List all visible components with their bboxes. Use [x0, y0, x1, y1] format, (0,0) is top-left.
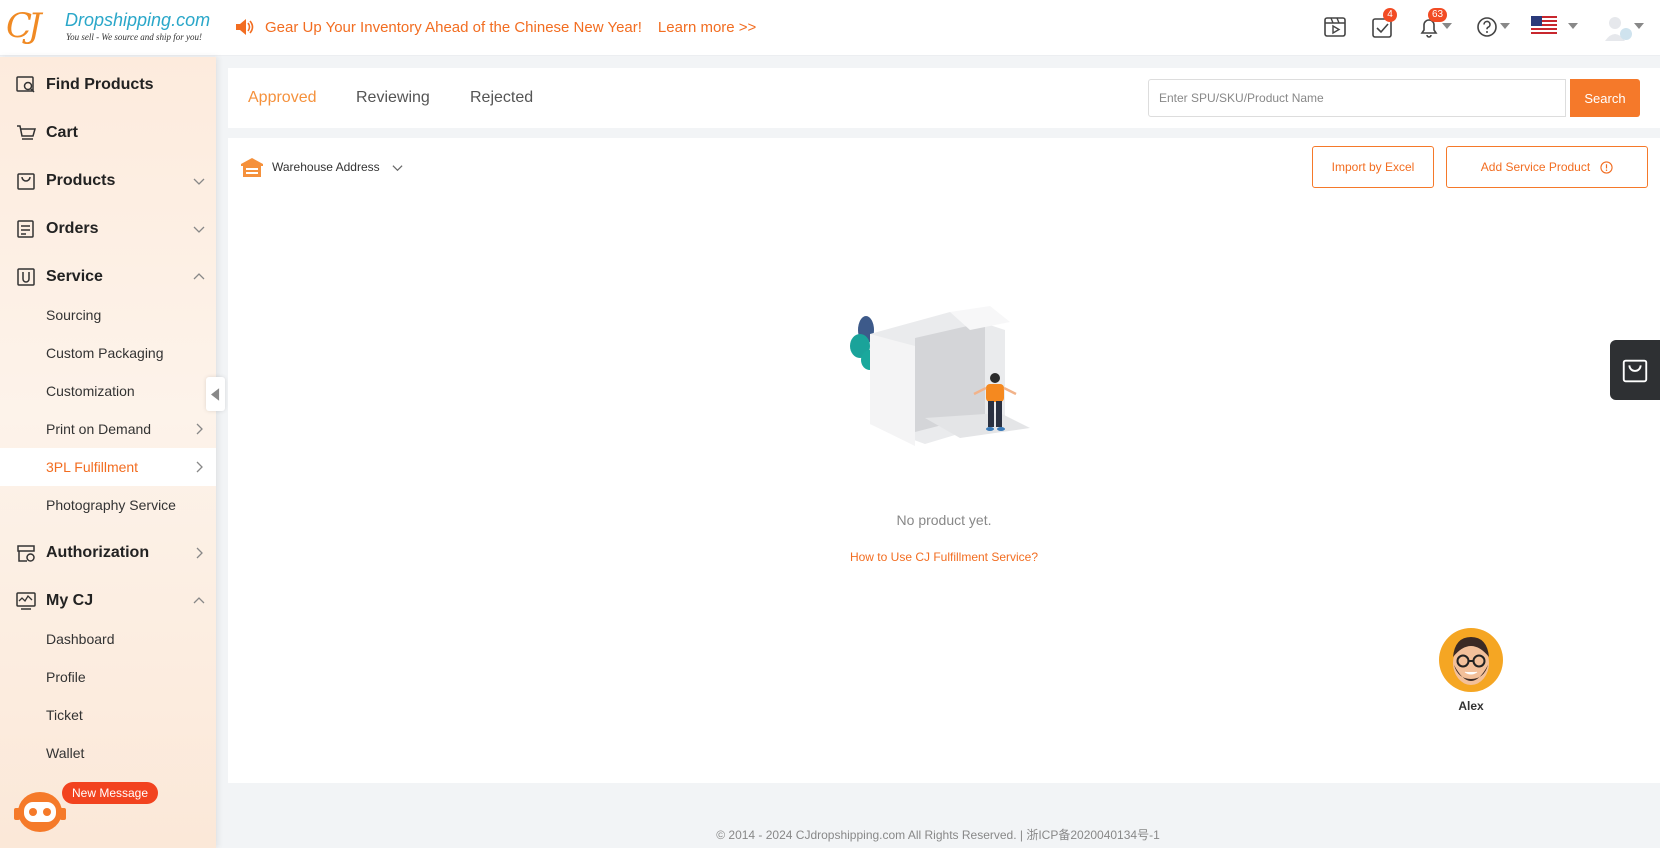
- store-auth-icon: [17, 545, 35, 562]
- sidebar-sub-label: Photography Service: [46, 497, 176, 513]
- new-message-badge[interactable]: New Message: [62, 782, 159, 804]
- tab-rejected[interactable]: Rejected: [470, 89, 533, 107]
- chevron-down-icon[interactable]: [1568, 23, 1578, 29]
- sidebar-item-products[interactable]: Products: [0, 161, 216, 201]
- sidebar-sub-customization[interactable]: Customization: [0, 372, 216, 410]
- sidebar: Find Products Cart Products Orders Servi: [0, 57, 216, 848]
- sidebar-sub-wallet[interactable]: Wallet: [0, 734, 216, 772]
- chevron-down-icon[interactable]: [1500, 23, 1510, 29]
- sidebar-item-orders[interactable]: Orders: [0, 209, 216, 249]
- add-service-product-button[interactable]: Add Service Product: [1446, 146, 1648, 188]
- sidebar-item-label: Cart: [46, 124, 79, 141]
- search-input[interactable]: [1148, 79, 1566, 117]
- chevron-up-icon: [193, 597, 205, 604]
- footer-copyright: © 2014 - 2024 CJdropshipping.com All Rig…: [716, 828, 1160, 842]
- support-agent-avatar[interactable]: Alex: [1438, 627, 1508, 717]
- empty-box-illustration: [850, 306, 1030, 446]
- search-icon: [16, 76, 35, 93]
- chevron-up-icon: [193, 273, 205, 280]
- chevron-down-icon[interactable]: [1634, 23, 1644, 29]
- import-by-excel-label: Import by Excel: [1331, 160, 1415, 174]
- sidebar-sub-label: Profile: [46, 669, 86, 685]
- sidebar-item-service[interactable]: Service: [0, 257, 216, 297]
- fulfillment-help-link[interactable]: How to Use CJ Fulfillment Service?: [228, 550, 1660, 564]
- sidebar-sub-profile[interactable]: Profile: [0, 658, 216, 696]
- tab-reviewing[interactable]: Reviewing: [356, 89, 430, 107]
- shopping-bag-icon: [1622, 359, 1648, 383]
- warehouse-icon: [241, 158, 263, 177]
- search-button[interactable]: Search: [1570, 79, 1640, 117]
- caret-left-icon: [211, 387, 220, 401]
- bag-icon: [17, 173, 35, 190]
- sidebar-sub-print-on-demand[interactable]: Print on Demand: [0, 410, 216, 448]
- sidebar-sub-label: Customization: [46, 383, 135, 399]
- sidebar-item-find-products[interactable]: Find Products: [0, 65, 216, 105]
- sidebar-sub-label: Sourcing: [46, 307, 102, 323]
- help-icon[interactable]: [1474, 14, 1500, 40]
- sidebar-sub-label: Dashboard: [46, 631, 115, 647]
- chevron-down-icon[interactable]: [1442, 23, 1452, 29]
- announcement-text: Gear Up Your Inventory Ahead of the Chin…: [265, 18, 642, 36]
- chevron-down-icon: [392, 164, 403, 171]
- warehouse-address-dropdown[interactable]: Warehouse Address: [240, 155, 403, 179]
- tasks-badge: 4: [1383, 8, 1397, 22]
- chevron-right-icon: [196, 461, 203, 473]
- dashboard-monitor-icon: [16, 592, 36, 610]
- add-service-product-label: Add Service Product: [1480, 160, 1591, 174]
- chevron-right-icon: [196, 547, 203, 559]
- sidebar-item-label: Find Products: [46, 76, 154, 93]
- sidebar-collapse-toggle[interactable]: [206, 377, 225, 411]
- learn-more-link[interactable]: Learn more >>: [658, 19, 756, 36]
- sidebar-item-authorization[interactable]: Authorization: [0, 533, 216, 573]
- service-icon: [17, 268, 35, 286]
- chevron-right-icon: [196, 423, 203, 435]
- sidebar-sub-sourcing[interactable]: Sourcing: [0, 296, 216, 334]
- sidebar-item-label: My CJ: [46, 592, 94, 609]
- sidebar-sub-dashboard[interactable]: Dashboard: [0, 620, 216, 658]
- sidebar-sub-3pl-fulfillment[interactable]: 3PL Fulfillment: [0, 448, 216, 486]
- sidebar-sub-ticket[interactable]: Ticket: [0, 696, 216, 734]
- orders-icon: [17, 220, 34, 238]
- cj-logo[interactable]: CJ Dropshipping.com You sell - We source…: [6, 6, 212, 50]
- status-tabs-bar: Approved Reviewing Rejected Search: [228, 68, 1660, 128]
- agent-face-icon: [1439, 628, 1503, 692]
- sidebar-sub-label: Wallet: [46, 745, 85, 761]
- notification-badge: 63: [1428, 8, 1448, 22]
- empty-state-text: No product yet.: [896, 512, 992, 528]
- avatar[interactable]: [1604, 14, 1634, 42]
- tasks-icon[interactable]: 4: [1369, 8, 1397, 40]
- sidebar-item-label: Orders: [46, 220, 99, 237]
- notification-bell-icon[interactable]: 63: [1416, 8, 1448, 40]
- video-icon[interactable]: [1322, 14, 1348, 40]
- chevron-down-icon: [193, 226, 205, 233]
- top-header: CJ Dropshipping.com You sell - We source…: [0, 0, 1660, 56]
- main-content: Warehouse Address Import by Excel Add Se…: [228, 138, 1660, 783]
- agent-name: Alex: [1458, 699, 1484, 713]
- sidebar-item-my-cj[interactable]: My CJ: [0, 581, 216, 621]
- announcement-bar: Gear Up Your Inventory Ahead of the Chin…: [234, 17, 756, 37]
- chevron-down-icon: [193, 178, 205, 185]
- cart-icon: [17, 125, 36, 140]
- sidebar-sub-custom-packaging[interactable]: Custom Packaging: [0, 334, 216, 372]
- sidebar-sub-label: 3PL Fulfillment: [46, 459, 139, 475]
- sidebar-sub-label: Print on Demand: [46, 421, 152, 437]
- sidebar-item-label: Service: [46, 268, 103, 285]
- warehouse-address-label: Warehouse Address: [272, 160, 380, 174]
- sidebar-item-cart[interactable]: Cart: [0, 113, 216, 153]
- info-icon: [1600, 160, 1613, 174]
- sidebar-item-label: Authorization: [46, 544, 150, 561]
- sidebar-sub-label: Ticket: [46, 707, 83, 723]
- floating-cart-button[interactable]: [1610, 340, 1660, 400]
- logo-tagline: You sell - We source and ship for you!: [66, 32, 202, 42]
- speaker-icon: [236, 19, 254, 35]
- logo-name: Dropshipping.com: [65, 10, 211, 30]
- us-flag-icon[interactable]: [1531, 16, 1557, 36]
- tab-approved[interactable]: Approved: [248, 89, 317, 107]
- logo-mark: CJ: [6, 6, 42, 46]
- sidebar-sub-label: Custom Packaging: [46, 345, 164, 361]
- sidebar-item-label: Products: [46, 172, 116, 189]
- import-by-excel-button[interactable]: Import by Excel: [1312, 146, 1434, 188]
- sidebar-sub-photography-service[interactable]: Photography Service: [0, 486, 216, 524]
